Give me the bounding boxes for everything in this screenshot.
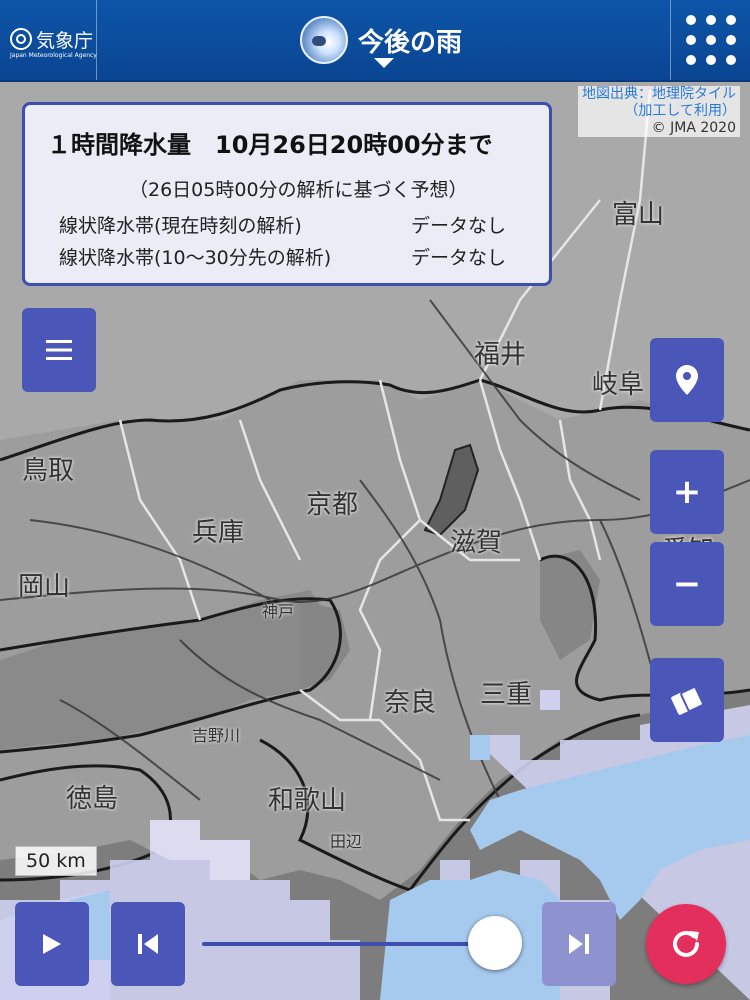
place-label-nara: 奈良 (384, 688, 437, 718)
timeline-slider-knob[interactable] (468, 916, 522, 970)
menu-button[interactable] (22, 308, 96, 392)
app-header: 気象庁 Japan Meteorological Agency 今後の雨 (0, 0, 750, 82)
dot-icon (726, 15, 736, 25)
step-forward-button[interactable] (542, 902, 616, 986)
place-label-tokushima: 徳島 (66, 784, 119, 814)
dot-icon (686, 55, 696, 65)
place-label-mie: 三重 (480, 680, 533, 710)
place-label-kyoto: 京都 (306, 490, 359, 520)
attribution-copyright: © JMA 2020 (651, 120, 736, 136)
reload-button[interactable] (646, 904, 726, 984)
play-icon (43, 934, 61, 954)
place-label-tottori: 鳥取 (22, 456, 75, 486)
place-label-kobe: 神戸 (262, 602, 295, 621)
place-label-tanabe: 田辺 (330, 832, 363, 851)
map-scale: 50 km (15, 846, 97, 876)
dot-icon (706, 55, 716, 65)
place-label-gifu: 岐阜 (592, 370, 645, 400)
jma-logo[interactable]: 気象庁 Japan Meteorological Agency (0, 0, 97, 80)
place-label-okayama: 岡山 (18, 572, 71, 602)
step-forward-icon (569, 934, 589, 954)
layers-button[interactable] (650, 658, 724, 742)
apps-menu-button[interactable] (670, 0, 750, 80)
chevron-down-icon[interactable] (374, 58, 394, 68)
place-label-yoshino: 吉野川 (192, 726, 241, 745)
play-button[interactable] (15, 902, 89, 986)
rain-forecast-icon (300, 16, 348, 64)
current-location-button[interactable] (650, 338, 724, 422)
zoom-in-button[interactable]: + (650, 450, 724, 534)
dot-icon (726, 55, 736, 65)
step-back-button[interactable] (111, 902, 185, 986)
place-label-hyogo: 兵庫 (192, 518, 245, 548)
dot-icon (706, 15, 716, 25)
page-title: 今後の雨 (358, 27, 463, 58)
step-back-icon (138, 934, 158, 954)
dot-icon (726, 35, 736, 45)
dot-icon (686, 35, 696, 45)
dot-icon (686, 15, 696, 25)
map-attribution[interactable]: 地図出典：地理院タイル （加工して利用） © JMA 2020 (578, 86, 740, 137)
place-label-shiga: 滋賀 (450, 528, 503, 558)
info-row-value: データなし (411, 247, 507, 269)
map-pin-icon (676, 365, 698, 395)
logo-english-text: Japan Meteorological Agency (10, 52, 97, 59)
place-label-toyama: 富山 (612, 200, 665, 230)
logo-japanese-text: 気象庁 (36, 30, 94, 52)
place-label-fukui: 福井 (474, 340, 527, 370)
jma-logo-mark-icon (10, 28, 32, 50)
dot-icon (706, 35, 716, 45)
reload-icon (673, 930, 699, 957)
attribution-note: （加工して利用） (624, 103, 736, 119)
info-title: １時間降水量 10月26日20時00分まで (47, 131, 493, 159)
info-row: 線状降水帯(10〜30分先の解析) データなし (59, 243, 506, 270)
info-row-value: データなし (411, 215, 507, 237)
layers-icon (671, 686, 704, 715)
place-label-wakayama: 和歌山 (268, 786, 347, 816)
info-row-label: 線状降水帯(10〜30分先の解析) (59, 247, 332, 269)
attribution-source-link[interactable]: 地図出典：地理院タイル (582, 86, 736, 103)
info-subtitle: （26日05時00分の解析に基づく予想） (129, 179, 468, 201)
timeline-slider-track[interactable] (202, 942, 502, 946)
hamburger-icon (46, 340, 72, 360)
info-row: 線状降水帯(現在時刻の解析) データなし (59, 211, 506, 238)
zoom-out-button[interactable]: − (650, 542, 724, 626)
info-row-label: 線状降水帯(現在時刻の解析) (59, 215, 302, 237)
precipitation-info-panel: １時間降水量 10月26日20時00分まで （26日05時00分の解析に基づく予… (22, 102, 552, 286)
